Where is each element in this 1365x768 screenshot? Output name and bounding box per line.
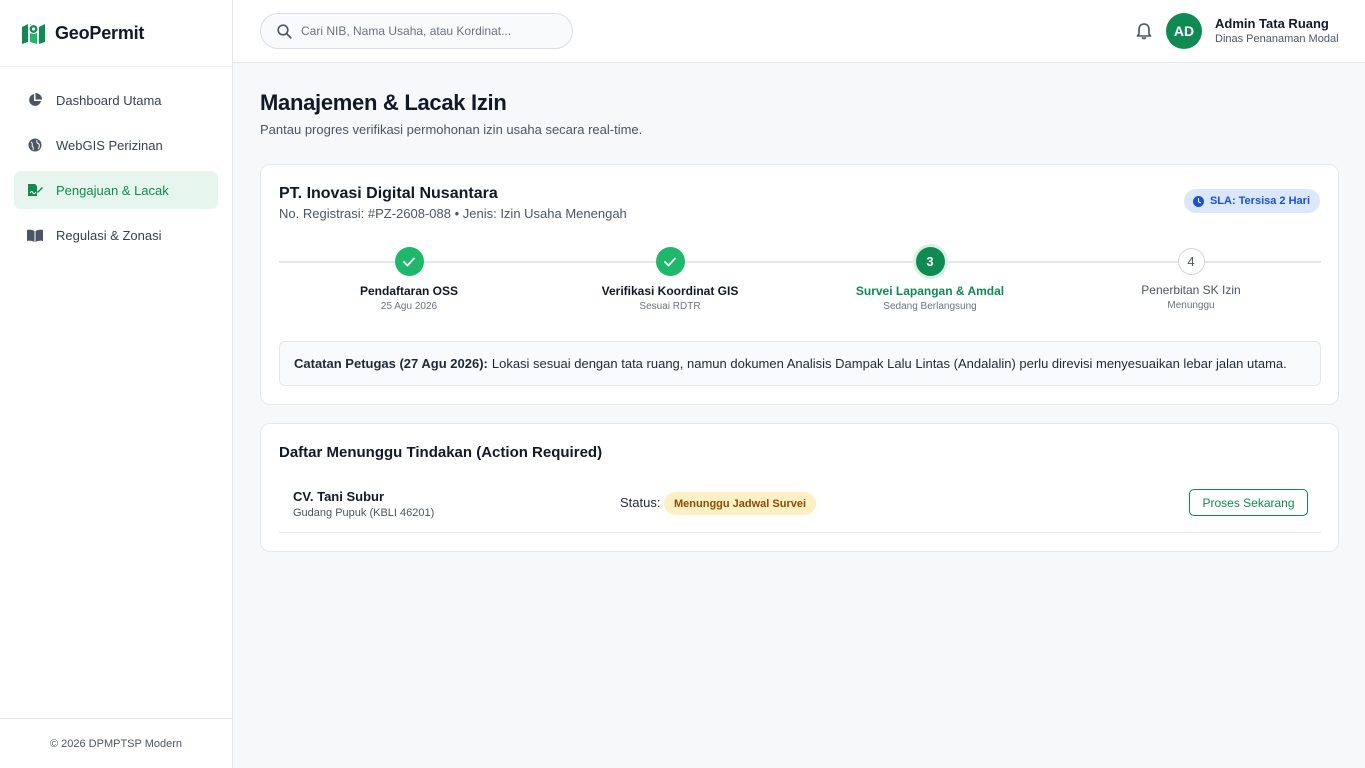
action-required-card: Daftar Menunggu Tindakan (Action Require… (260, 423, 1339, 552)
registration-info: No. Registrasi: #PZ-2608-088 • Jenis: Iz… (279, 206, 627, 221)
step-label: Penerbitan SK Izin (1141, 283, 1241, 297)
step-survei-lapangan: 3 Survei Lapangan & Amdal Sedang Berlang… (800, 247, 1060, 312)
brand-name: GeoPermit (55, 22, 145, 43)
process-now-button[interactable]: Proses Sekarang (1189, 489, 1308, 516)
step-label: Pendaftaran OSS (359, 284, 459, 298)
step-sub: Menunggu (1167, 300, 1215, 311)
table-row: CV. Tani Subur Gudang Pupuk (KBLI 46201)… (279, 481, 1321, 533)
map-logo-icon (22, 23, 45, 44)
step-number: 3 (915, 247, 945, 276)
pie-chart-icon (27, 92, 43, 108)
sidebar: GeoPermit Dashboard Utama WebGIS Perizin… (0, 0, 233, 768)
card-title: Daftar Menunggu Tindakan (Action Require… (279, 444, 603, 461)
step-penerbitan-sk: 4 Penerbitan SK Izin Menunggu (1061, 247, 1321, 311)
user-name: Admin Tata Ruang (1215, 16, 1329, 31)
sidebar-item-webgis[interactable]: WebGIS Perizinan (14, 126, 218, 164)
avatar[interactable]: AD (1166, 13, 1202, 49)
step-sub: Sesuai RDTR (639, 301, 701, 312)
search-icon (277, 23, 292, 39)
clock-icon (1192, 195, 1204, 207)
sidebar-item-label: WebGIS Perizinan (56, 137, 163, 153)
status-badge: Menunggu Jadwal Survei (664, 492, 817, 515)
progress-stepper: Pendaftaran OSS 25 Agu 2026 Verifikasi K… (279, 247, 1321, 317)
note-text: Lokasi sesuai dengan tata ruang, namun d… (491, 356, 1287, 371)
step-number: 4 (1177, 248, 1205, 275)
sidebar-footer: © 2026 DPMPTSP Modern (0, 718, 232, 768)
step-verifikasi-gis: Verifikasi Koordinat GIS Sesuai RDTR (540, 247, 800, 312)
company-name: PT. Inovasi Digital Nusantara (279, 185, 498, 202)
sidebar-item-label: Regulasi & Zonasi (56, 227, 162, 243)
check-icon (655, 247, 685, 276)
check-icon (394, 247, 424, 276)
step-sub: 25 Agu 2026 (380, 301, 438, 312)
sla-text: SLA: Tersisa 2 Hari (1209, 195, 1310, 207)
sidebar-nav: Dashboard Utama WebGIS Perizinan Pengaju… (0, 81, 232, 254)
row-company-name: CV. Tani Subur (293, 489, 385, 504)
sidebar-item-dashboard[interactable]: Dashboard Utama (14, 81, 218, 119)
sla-badge: SLA: Tersisa 2 Hari (1183, 189, 1320, 213)
brand[interactable]: GeoPermit (0, 0, 232, 67)
step-sub: Sedang Berlangsung (883, 301, 977, 312)
topbar: AD Admin Tata Ruang Dinas Penanaman Moda… (233, 0, 1365, 63)
note-label: Catatan Petugas (27 Agu 2026): (294, 356, 488, 371)
sidebar-item-pengajuan[interactable]: Pengajuan & Lacak (14, 171, 218, 209)
step-label: Survei Lapangan & Amdal (855, 284, 1005, 298)
sidebar-item-label: Dashboard Utama (56, 92, 162, 108)
sidebar-item-regulasi[interactable]: Regulasi & Zonasi (14, 216, 218, 254)
user-role: Dinas Penanaman Modal (1215, 33, 1339, 45)
tracking-card: PT. Inovasi Digital Nusantara No. Regist… (260, 164, 1339, 405)
bell-icon[interactable] (1135, 22, 1153, 40)
status-label: Status: (620, 495, 661, 510)
step-label: Verifikasi Koordinat GIS (601, 284, 739, 298)
book-icon (27, 227, 43, 243)
officer-note: Catatan Petugas (27 Agu 2026): Lokasi se… (279, 341, 1321, 386)
search-input[interactable] (301, 24, 551, 38)
search-bar[interactable] (260, 13, 573, 49)
step-pendaftaran-oss: Pendaftaran OSS 25 Agu 2026 (279, 247, 539, 312)
sidebar-item-label: Pengajuan & Lacak (56, 182, 169, 198)
page-title: Manajemen & Lacak Izin (260, 90, 507, 115)
row-business-type: Gudang Pupuk (KBLI 46201) (293, 507, 435, 519)
globe-icon (27, 137, 43, 153)
file-signature-icon (27, 182, 43, 198)
page-subtitle: Pantau progres verifikasi permohonan izi… (260, 122, 643, 137)
